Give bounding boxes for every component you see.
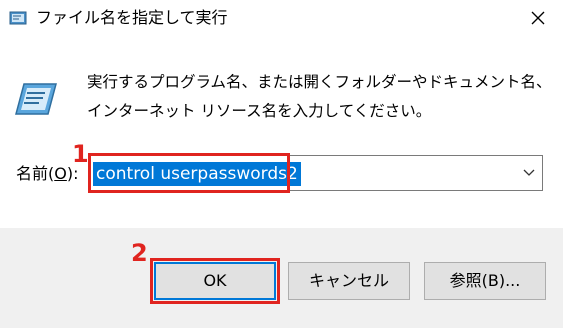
description-text: 実行するプログラム名、または開くフォルダーやドキュメント名、インターネット リソ… (87, 73, 552, 120)
open-label-accesskey: O (54, 164, 67, 183)
button-bar: OK キャンセル 参照(B)... (0, 228, 563, 328)
cancel-button[interactable]: キャンセル (288, 262, 410, 300)
run-program-icon (14, 82, 58, 116)
run-dialog-icon (9, 9, 27, 27)
browse-button[interactable]: 参照(B)... (424, 262, 546, 300)
title-bar: ファイル名を指定して実行 (0, 0, 563, 36)
step-2-label: 2 (131, 239, 148, 267)
close-icon[interactable] (522, 6, 554, 30)
open-label: 名前(O): (16, 162, 78, 186)
chevron-down-icon[interactable] (522, 165, 536, 181)
field-highlight-box (88, 153, 290, 193)
step-1-label: 1 (72, 140, 89, 168)
ok-highlight-box (150, 258, 280, 304)
open-label-prefix: 名前( (16, 164, 55, 183)
window-title: ファイル名を指定して実行 (36, 8, 228, 27)
run-dialog: ファイル名を指定して実行 実行するプログラム名、または開くフォルダーやドキュメン… (0, 0, 563, 328)
